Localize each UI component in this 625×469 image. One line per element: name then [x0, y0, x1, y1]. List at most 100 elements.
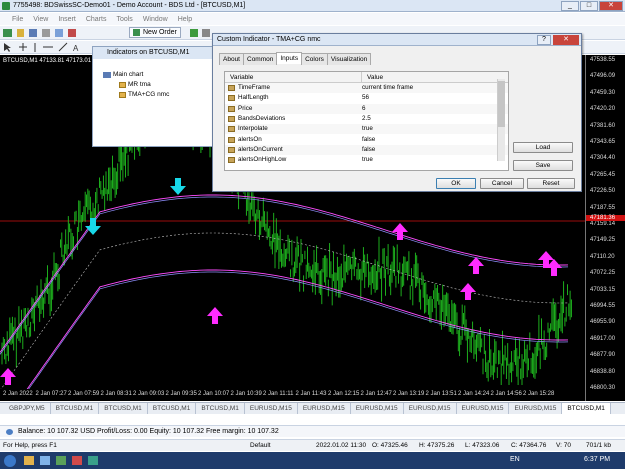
- terminal-balance-row: Balance: 10 107.32 USD Profit/Loss: 0.00…: [0, 425, 625, 437]
- parameter-icon: [228, 136, 235, 143]
- status-profile: Default: [250, 442, 271, 449]
- table-row[interactable]: alertsOn false: [225, 135, 508, 145]
- menu-insert[interactable]: Insert: [58, 16, 76, 23]
- menu-window[interactable]: Window: [143, 16, 168, 23]
- inputs-scrollbar[interactable]: [497, 79, 505, 161]
- tab-about[interactable]: About: [219, 53, 244, 65]
- tab-inputs[interactable]: Inputs: [276, 52, 303, 64]
- reset-button[interactable]: Reset: [527, 178, 575, 189]
- column-header-variable[interactable]: Variable: [225, 72, 362, 83]
- clock[interactable]: 6:37 PM: [584, 456, 610, 463]
- price-tick: 46800.30: [590, 385, 616, 391]
- table-row[interactable]: TimeFrame current time frame: [225, 83, 508, 94]
- account-icon: [6, 429, 13, 435]
- start-icon: [4, 455, 16, 467]
- table-row[interactable]: Price 6: [225, 103, 508, 114]
- load-button[interactable]: Load: [513, 142, 573, 153]
- column-header-value[interactable]: Value: [362, 72, 508, 83]
- status-low: L: 47323.06: [465, 442, 500, 449]
- time-axis[interactable]: 2 Jan 2022 2 Jan 07:27 2 Jan 07:59 2 Jan 08…: [0, 389, 585, 401]
- cancel-button[interactable]: Cancel: [480, 178, 524, 189]
- tree-item-label: MR tma: [128, 81, 151, 88]
- ok-button[interactable]: OK: [436, 178, 476, 189]
- menu-view[interactable]: View: [33, 16, 48, 23]
- mt4-icon: [56, 456, 66, 465]
- text-tool-icon: A: [73, 44, 79, 53]
- parameter-icon: [228, 157, 235, 164]
- status-high: H: 47375.26: [419, 442, 455, 449]
- price-tick: 46917.00: [590, 335, 616, 342]
- current-price-label: 47181.36: [586, 215, 625, 221]
- toolbar-icons[interactable]: [3, 28, 123, 38]
- price-tick: 47159.14: [590, 221, 616, 227]
- navigator-icon: [42, 29, 50, 37]
- menu-tools[interactable]: Tools: [116, 16, 132, 23]
- time-tick: 2 Jan 13:51: [425, 391, 457, 397]
- time-tick: 2 Jan 14:24: [458, 391, 490, 397]
- menu-help[interactable]: Help: [178, 16, 192, 23]
- explorer-icon: [24, 456, 34, 465]
- window-title: 7755498: BDSwissSC-Demo01 - Demo Account…: [13, 2, 246, 9]
- close-button[interactable]: ✕: [599, 1, 623, 11]
- table-row[interactable]: Interpolate true: [225, 124, 508, 135]
- price-tick: 46877.90: [590, 352, 616, 359]
- save-button[interactable]: Save: [513, 160, 573, 171]
- open-icon: [17, 29, 24, 37]
- tab-colors[interactable]: Colors: [301, 53, 328, 65]
- dialog-help-button[interactable]: ?: [537, 35, 551, 45]
- dialog-title: Custom Indicator - TMA+CG nmc: [213, 34, 581, 46]
- menu-charts[interactable]: Charts: [86, 16, 107, 23]
- terminal-icon: [55, 29, 63, 37]
- app-icon-red: [72, 456, 82, 465]
- time-tick: 2 Jan 07:59: [68, 391, 100, 397]
- price-tick: 47304.40: [590, 155, 616, 162]
- tab-chart[interactable]: EURUSD,M15: [245, 403, 298, 414]
- tab-chart[interactable]: BTCUSD,M1: [99, 403, 148, 414]
- status-close: C: 47364.76: [511, 442, 547, 449]
- time-tick: 2 Jan 12:15: [328, 391, 360, 397]
- table-row[interactable]: HalfLength 56: [225, 93, 508, 103]
- table-row[interactable]: alertsOnHighLow true: [225, 155, 508, 165]
- menu-file[interactable]: File: [12, 16, 23, 23]
- tree-item-mr-tma[interactable]: MR tma: [119, 81, 151, 88]
- tab-chart-active[interactable]: BTCUSD,M1: [562, 403, 611, 414]
- tab-chart[interactable]: GBPJPY,M5: [4, 403, 51, 414]
- tab-chart[interactable]: EURUSD,M15: [509, 403, 563, 414]
- buy-arrow: [0, 368, 16, 385]
- tree-item-label: TMA+CG nmc: [128, 91, 170, 98]
- inputs-rows: TimeFrame current time frame HalfLength 56…: [225, 83, 508, 170]
- table-row[interactable]: alertsOnCurrent false: [225, 144, 508, 156]
- price-tick: 47496.09: [590, 73, 616, 80]
- inputs-table[interactable]: Variable Value TimeFrame current time fra…: [224, 71, 509, 171]
- chart-tabs: GBPJPY,M5 BTCUSD,M1 BTCUSD,M1 BTCUSD,M1 …: [0, 402, 625, 414]
- dialog-close-button[interactable]: ✕: [553, 35, 579, 45]
- tree-item-tma-cg[interactable]: TMA+CG nmc: [119, 91, 169, 98]
- tab-visualization[interactable]: Visualization: [326, 53, 372, 65]
- tab-chart[interactable]: EURUSD,M15: [457, 403, 510, 414]
- tab-common[interactable]: Common: [243, 53, 278, 65]
- tab-chart[interactable]: EURUSD,M15: [351, 403, 404, 414]
- new-order-button[interactable]: New Order: [129, 27, 181, 38]
- table-row[interactable]: BandsDeviations 2.5: [225, 114, 508, 124]
- language-indicator[interactable]: EN: [510, 456, 520, 463]
- menu-bar: File View Insert Charts Tools Window Hel…: [0, 13, 625, 25]
- ie-icon: [40, 456, 50, 465]
- tab-chart[interactable]: EURUSD,M15: [404, 403, 457, 414]
- tab-chart[interactable]: BTCUSD,M1: [148, 403, 197, 414]
- tab-chart[interactable]: EURUSD,M15: [298, 403, 351, 414]
- tab-chart[interactable]: BTCUSD,M1: [196, 403, 245, 414]
- trendline-icon: [58, 42, 68, 52]
- line-studies-icons[interactable]: A: [3, 42, 98, 53]
- buy-arrow: [460, 283, 476, 300]
- price-axis[interactable]: 47538.55 47496.09 47459.30 47420.20 47381.60…: [585, 55, 625, 401]
- time-tick: 2 Jan 12:47: [360, 391, 392, 397]
- tree-main-chart[interactable]: Main chart: [103, 71, 143, 78]
- parameter-icon: [228, 85, 235, 91]
- minimize-button[interactable]: _: [561, 1, 579, 11]
- tab-chart[interactable]: BTCUSD,M1: [51, 403, 100, 414]
- maximize-button[interactable]: □: [580, 1, 598, 11]
- scrollbar-thumb[interactable]: [498, 81, 505, 127]
- time-tick: 2 Jan 07:27: [35, 391, 67, 397]
- app-icon-teal: [88, 456, 98, 465]
- taskbar-icons[interactable]: [2, 453, 110, 468]
